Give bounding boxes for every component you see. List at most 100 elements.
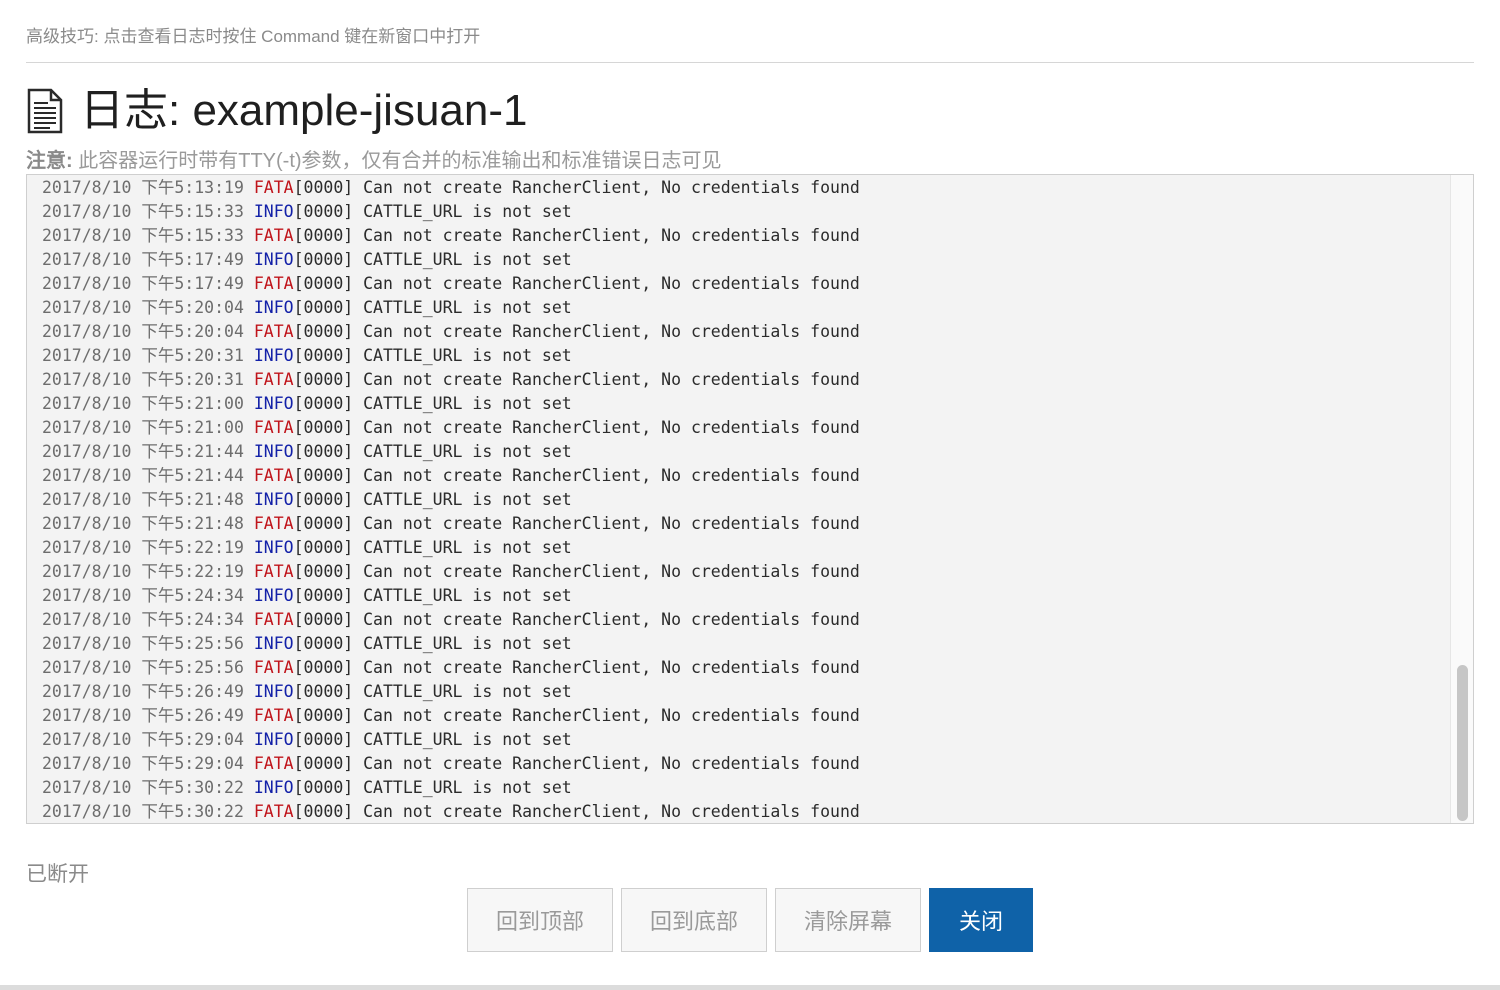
log-timestamp: 2017/8/10 下午5:17:49 [42,250,244,269]
log-timestamp: 2017/8/10 下午5:21:44 [42,442,244,461]
log-code: [0000] [293,682,354,701]
log-timestamp: 2017/8/10 下午5:15:33 [42,202,244,221]
divider [26,62,1474,63]
log-timestamp: 2017/8/10 下午5:30:22 [42,802,244,821]
log-level: FATA [253,754,294,773]
log-line: 2017/8/10 下午5:21:48 FATA[0000] Can not c… [42,512,860,536]
tip-text: 高级技巧: 点击查看日志时按住 Command 键在新窗口中打开 [26,27,481,46]
log-message: CATTLE_URL is not set [363,778,572,797]
log-level: FATA [253,418,294,437]
log-level: FATA [253,466,294,485]
log-timestamp: 2017/8/10 下午5:20:04 [42,322,244,341]
log-line: 2017/8/10 下午5:20:04 INFO[0000] CATTLE_UR… [42,296,860,320]
log-level: FATA [253,514,294,533]
log-message: Can not create RancherClient, No credent… [363,610,860,629]
log-timestamp: 2017/8/10 下午5:15:33 [42,226,244,245]
log-code: [0000] [293,586,354,605]
log-line: 2017/8/10 下午5:20:04 FATA[0000] Can not c… [42,320,860,344]
document-icon [26,87,64,135]
log-timestamp: 2017/8/10 下午5:21:00 [42,394,244,413]
log-level: FATA [253,706,294,725]
log-message: CATTLE_URL is not set [363,490,572,509]
log-line: 2017/8/10 下午5:17:49 INFO[0000] CATTLE_UR… [42,248,860,272]
log-line: 2017/8/10 下午5:21:00 INFO[0000] CATTLE_UR… [42,392,860,416]
log-message: Can not create RancherClient, No credent… [363,226,860,245]
log-code: [0000] [293,250,354,269]
log-level: FATA [253,658,294,677]
log-code: [0000] [293,226,354,245]
log-timestamp: 2017/8/10 下午5:29:04 [42,754,244,773]
log-message: CATTLE_URL is not set [363,346,572,365]
log-code: [0000] [293,730,354,749]
log-message: CATTLE_URL is not set [363,202,572,221]
log-code: [0000] [293,466,354,485]
log-timestamp: 2017/8/10 下午5:29:04 [42,730,244,749]
log-level: INFO [253,634,294,653]
log-code: [0000] [293,490,354,509]
log-timestamp: 2017/8/10 下午5:24:34 [42,586,244,605]
log-line: 2017/8/10 下午5:29:04 INFO[0000] CATTLE_UR… [42,728,860,752]
log-line: 2017/8/10 下午5:26:49 FATA[0000] Can not c… [42,704,860,728]
log-line: 2017/8/10 下午5:13:19 FATA[0000] Can not c… [42,176,860,200]
scroll-bottom-button[interactable]: 回到底部 [621,888,767,952]
close-button[interactable]: 关闭 [929,888,1033,952]
log-code: [0000] [293,610,354,629]
log-code: [0000] [293,706,354,725]
log-line: 2017/8/10 下午5:20:31 FATA[0000] Can not c… [42,368,860,392]
log-level: FATA [253,322,294,341]
log-line: 2017/8/10 下午5:22:19 FATA[0000] Can not c… [42,560,860,584]
log-message: Can not create RancherClient, No credent… [363,178,860,197]
log-timestamp: 2017/8/10 下午5:26:49 [42,706,244,725]
log-timestamp: 2017/8/10 下午5:17:49 [42,274,244,293]
log-message: Can not create RancherClient, No credent… [363,274,860,293]
clear-screen-button[interactable]: 清除屏幕 [775,888,921,952]
log-line: 2017/8/10 下午5:30:22 FATA[0000] Can not c… [42,800,860,823]
log-code: [0000] [293,394,354,413]
log-level: FATA [253,802,294,821]
log-message: CATTLE_URL is not set [363,442,572,461]
log-line: 2017/8/10 下午5:15:33 FATA[0000] Can not c… [42,224,860,248]
log-scrollbar[interactable] [1450,175,1473,823]
log-line: 2017/8/10 下午5:21:44 FATA[0000] Can not c… [42,464,860,488]
scrollbar-thumb[interactable] [1457,665,1468,821]
log-code: [0000] [293,754,354,773]
log-line: 2017/8/10 下午5:22:19 INFO[0000] CATTLE_UR… [42,536,860,560]
log-line: 2017/8/10 下午5:24:34 FATA[0000] Can not c… [42,608,860,632]
log-message: CATTLE_URL is not set [363,394,572,413]
log-message: CATTLE_URL is not set [363,634,572,653]
log-line: 2017/8/10 下午5:29:04 FATA[0000] Can not c… [42,752,860,776]
note-text: 此容器运行时带有TTY(-t)参数，仅有合并的标准输出和标准错误日志可见 [72,150,722,172]
log-level: FATA [253,274,294,293]
log-code: [0000] [293,202,354,221]
log-line: 2017/8/10 下午5:21:48 INFO[0000] CATTLE_UR… [42,488,860,512]
log-message: Can not create RancherClient, No credent… [363,418,860,437]
log-line: 2017/8/10 下午5:17:49 FATA[0000] Can not c… [42,272,860,296]
log-code: [0000] [293,370,354,389]
log-message: CATTLE_URL is not set [363,586,572,605]
log-level: FATA [253,562,294,581]
log-code: [0000] [293,298,354,317]
log-level: INFO [253,250,294,269]
log-level: INFO [253,586,294,605]
log-code: [0000] [293,538,354,557]
log-output[interactable]: 2017/8/10 下午5:13:19 FATA[0000] Can not c… [26,174,1474,824]
log-timestamp: 2017/8/10 下午5:30:22 [42,778,244,797]
log-timestamp: 2017/8/10 下午5:20:04 [42,298,244,317]
log-code: [0000] [293,514,354,533]
log-level: INFO [253,394,294,413]
log-timestamp: 2017/8/10 下午5:20:31 [42,370,244,389]
log-modal: 高级技巧: 点击查看日志时按住 Command 键在新窗口中打开 日志: exa… [0,0,1500,990]
log-message: Can not create RancherClient, No credent… [363,370,860,389]
log-lines: 2017/8/10 下午5:13:19 FATA[0000] Can not c… [42,176,860,823]
log-line: 2017/8/10 下午5:20:31 INFO[0000] CATTLE_UR… [42,344,860,368]
log-message: Can not create RancherClient, No credent… [363,562,860,581]
log-line: 2017/8/10 下午5:25:56 INFO[0000] CATTLE_UR… [42,632,860,656]
tty-note: 注意: 此容器运行时带有TTY(-t)参数，仅有合并的标准输出和标准错误日志可见 [26,144,722,173]
scroll-top-button[interactable]: 回到顶部 [467,888,613,952]
note-label: 注意: [26,150,73,172]
bottom-bar [0,985,1500,990]
log-line: 2017/8/10 下午5:15:33 INFO[0000] CATTLE_UR… [42,200,860,224]
title-row: 日志: example-jisuan-1 [26,84,528,138]
log-code: [0000] [293,634,354,653]
log-line: 2017/8/10 下午5:25:56 FATA[0000] Can not c… [42,656,860,680]
